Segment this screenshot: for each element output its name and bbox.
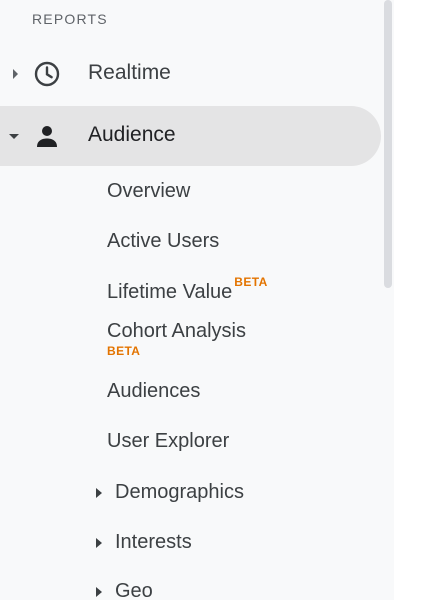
clock-icon	[33, 60, 61, 88]
caret-right-icon[interactable]	[13, 69, 18, 79]
reports-nav-panel: REPORTS Realtime Audience Overview Activ…	[0, 0, 394, 600]
nav-item-audience[interactable]: Audience	[0, 106, 381, 166]
nav-item-realtime-label: Realtime	[88, 61, 171, 84]
nav-item-audience-label: Audience	[88, 123, 176, 146]
nav-subitem-geo[interactable]: Geo	[96, 580, 153, 600]
nav-subitem-overview[interactable]: Overview	[107, 180, 190, 203]
caret-right-icon[interactable]	[96, 487, 102, 498]
nav-item-realtime[interactable]: Realtime	[0, 46, 380, 102]
beta-badge: BETA	[234, 275, 268, 289]
nav-subitem-demographics[interactable]: Demographics	[96, 481, 244, 504]
nav-subitem-geo-label: Geo	[115, 580, 153, 600]
caret-right-icon[interactable]	[96, 537, 102, 548]
beta-badge: BETA	[107, 344, 141, 358]
caret-down-icon[interactable]	[9, 134, 19, 139]
nav-subitem-lifetime-value-label: Lifetime Value	[107, 281, 233, 303]
caret-right-icon[interactable]	[96, 586, 102, 597]
nav-subitem-interests-label: Interests	[115, 531, 192, 553]
nav-subitem-active-users[interactable]: Active Users	[107, 230, 219, 253]
scrollbar-thumb[interactable]	[384, 0, 392, 288]
nav-subitem-cohort-analysis[interactable]: Cohort Analysis	[107, 320, 246, 343]
nav-subitem-interests[interactable]: Interests	[96, 531, 192, 554]
person-icon	[33, 122, 61, 150]
nav-subitem-audiences[interactable]: Audiences	[107, 380, 200, 403]
nav-subitem-lifetime-value[interactable]: Lifetime Value BETA	[107, 275, 268, 304]
scrollbar-track	[394, 0, 445, 600]
reports-section-label: REPORTS	[32, 11, 108, 27]
nav-subitem-user-explorer[interactable]: User Explorer	[107, 430, 229, 453]
nav-subitem-demographics-label: Demographics	[115, 481, 244, 503]
